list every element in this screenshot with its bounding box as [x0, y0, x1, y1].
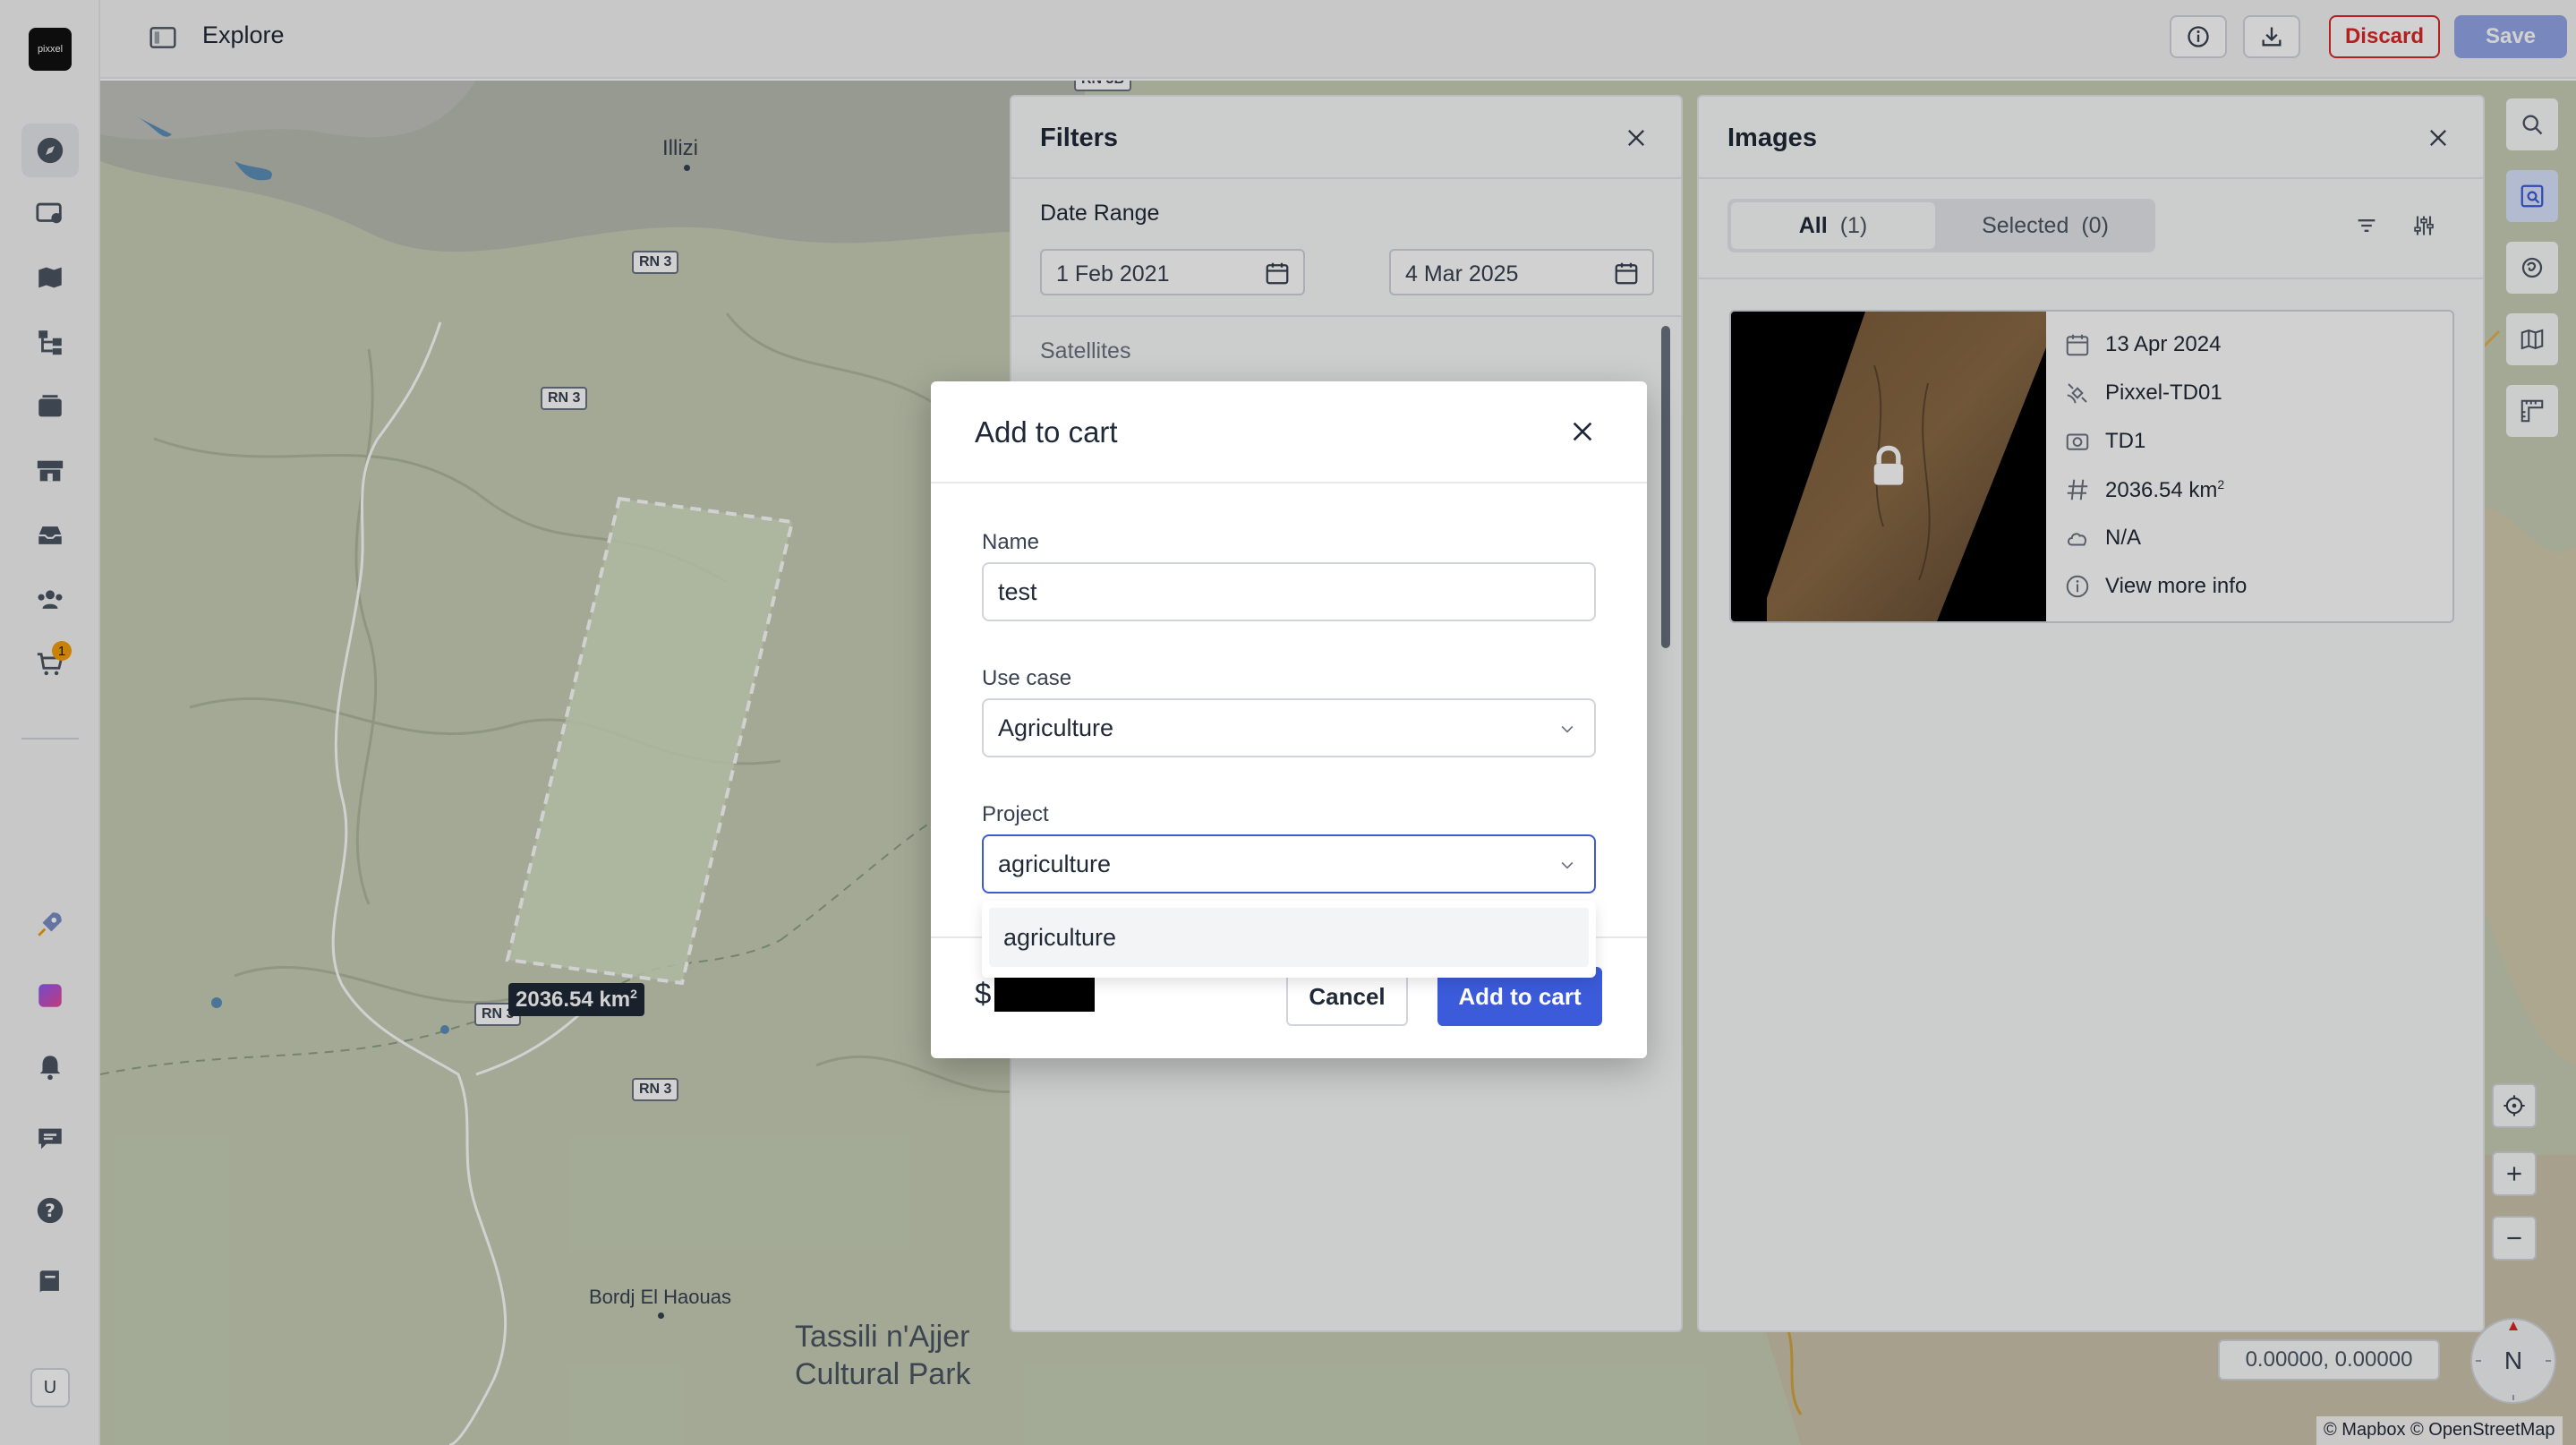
chevron-down-icon — [1561, 861, 1574, 869]
project-option-label: agriculture — [1003, 923, 1117, 951]
project-option[interactable]: agriculture — [989, 908, 1589, 967]
project-value: agriculture — [998, 850, 1112, 877]
use-case-label: Use case — [982, 666, 1072, 690]
project-select[interactable]: agriculture — [982, 834, 1596, 894]
project-dropdown-menu: agriculture — [982, 901, 1596, 978]
name-input-value: test — [998, 577, 1037, 605]
price-currency: $ — [975, 977, 992, 1010]
modal-header-divider — [931, 482, 1647, 483]
close-modal-icon[interactable] — [1563, 412, 1602, 451]
price-redacted — [994, 976, 1096, 1012]
name-label: Name — [982, 530, 1040, 554]
project-label: Project — [982, 802, 1049, 826]
use-case-value: Agriculture — [998, 714, 1114, 741]
modal-title: Add to cart — [975, 415, 1118, 449]
name-input[interactable]: test — [982, 562, 1596, 621]
add-to-cart-modal: Add to cart Name test Use case Agricultu… — [931, 381, 1647, 1058]
price-display: $ — [975, 976, 1096, 1012]
use-case-select[interactable]: Agriculture — [982, 698, 1596, 757]
add-to-cart-label: Add to cart — [1458, 982, 1582, 1010]
cancel-label: Cancel — [1309, 982, 1386, 1010]
chevron-down-icon — [1561, 725, 1574, 733]
